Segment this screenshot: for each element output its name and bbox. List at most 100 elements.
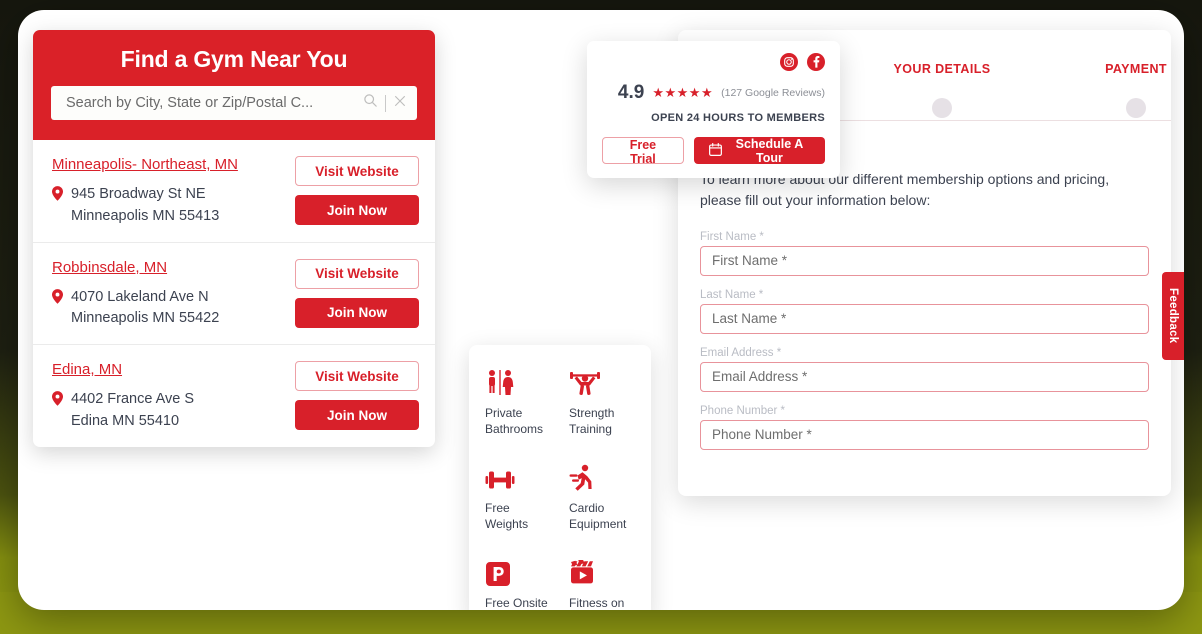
- stepper-node[interactable]: [1126, 98, 1146, 118]
- app-shell: Find a Gym Near You Search by City, Stat…: [18, 10, 1184, 610]
- gym-address-lines: 4070 Lakeland Ave N Minneapolis MN 55422: [71, 287, 219, 331]
- star-rating-icon: ★★★★★: [652, 85, 714, 100]
- instagram-icon[interactable]: [780, 53, 798, 76]
- schedule-a-tour-button[interactable]: Schedule A Tour: [693, 136, 825, 165]
- search-input[interactable]: [64, 94, 363, 112]
- visit-website-button[interactable]: Visit Website: [295, 258, 419, 289]
- search-icon[interactable]: [363, 93, 378, 113]
- amenity-item: Private Bathrooms: [485, 367, 569, 437]
- join-now-button[interactable]: Join Now: [295, 195, 419, 225]
- gym-address-line1: 945 Broadway St NE: [71, 186, 206, 202]
- page-title: Find a Gym Near You: [120, 46, 348, 72]
- amenity-item: Strength Training: [569, 367, 653, 437]
- visit-website-button[interactable]: Visit Website: [295, 156, 419, 186]
- gym-finder-card: Find a Gym Near You Search by City, Stat…: [33, 30, 435, 447]
- gym-review-card: 4.9 ★★★★★ (127 Google Reviews) OPEN 24 H…: [587, 41, 840, 178]
- schedule-a-tour-label: Schedule A Tour: [735, 136, 804, 165]
- review-card-actions: Free Trial Schedule A Tour: [602, 136, 825, 166]
- amenity-item: Free Weights: [485, 462, 569, 532]
- gym-list-item: Robbinsdale, MN 4070 Lakeland Ave N Minn…: [33, 243, 435, 345]
- last-name-input[interactable]: [700, 303, 1149, 334]
- review-count-label: (127 Google Reviews): [721, 87, 825, 99]
- gym-name-link[interactable]: Minneapolis- Northeast, MN: [52, 156, 238, 173]
- gym-actions: Visit Website Join Now: [295, 359, 419, 430]
- stepper-step-label: YOUR DETAILS: [893, 62, 991, 76]
- gym-address-line2: Minneapolis MN 55413: [71, 207, 220, 224]
- gym-actions: Visit Website Join Now: [295, 257, 419, 328]
- gym-info: Edina, MN 4402 France Ave S Edina MN 554…: [52, 359, 194, 433]
- join-now-button[interactable]: Join Now: [295, 400, 419, 430]
- field-last-name: Last Name *: [700, 289, 1149, 334]
- field-label: Email Address *: [700, 346, 782, 359]
- gym-address-lines: 4402 France Ave S Edina MN 55410: [71, 389, 194, 433]
- amenity-label-line1: Strength: [569, 406, 615, 420]
- calendar-icon: [708, 142, 722, 159]
- rating-row: 4.9 ★★★★★ (127 Google Reviews): [602, 82, 825, 104]
- facebook-icon[interactable]: [807, 53, 825, 76]
- amenity-label: Strength Training: [569, 405, 653, 437]
- social-links: [602, 53, 825, 76]
- map-pin-icon: [52, 186, 63, 206]
- first-name-input[interactable]: [700, 245, 1149, 276]
- field-label: Phone Number *: [700, 404, 786, 417]
- gym-address-line1: 4402 France Ave S: [71, 391, 195, 407]
- gym-finder-header: Find a Gym Near You: [33, 30, 435, 140]
- field-label: Last Name *: [700, 288, 764, 301]
- field-first-name: First Name *: [700, 231, 1149, 276]
- map-pin-icon: [52, 391, 63, 411]
- amenity-label: Free Weights: [485, 500, 569, 532]
- amenity-label: Cardio Equipment: [569, 500, 653, 532]
- gym-actions: Visit Website Join Now: [295, 154, 419, 225]
- gym-list: Minneapolis- Northeast, MN 945 Broadway …: [33, 140, 435, 447]
- amenity-label-line1: Free Onsite: [485, 596, 548, 610]
- amenity-label-line2: Equipment: [569, 517, 627, 532]
- close-icon[interactable]: [393, 94, 407, 113]
- weightlifter-icon: [569, 367, 653, 397]
- gym-list-item: Edina, MN 4402 France Ave S Edina MN 554…: [33, 345, 435, 447]
- amenity-label: Private Bathrooms: [485, 405, 569, 437]
- stepper-step-label: PAYMENT: [1105, 62, 1167, 76]
- amenity-label: Fitness on Demand: [569, 595, 653, 610]
- gym-address-line1: 4070 Lakeland Ave N: [71, 288, 209, 305]
- dumbbell-icon: [485, 462, 569, 492]
- runner-icon: [569, 462, 653, 492]
- free-trial-button[interactable]: Free Trial: [602, 137, 684, 166]
- amenities-grid: Private Bathrooms Strength Training Free…: [469, 367, 651, 610]
- join-now-button[interactable]: Join Now: [295, 297, 419, 328]
- stepper-step-your-details[interactable]: YOUR DETAILS: [867, 62, 1017, 118]
- gym-address-line2: Minneapolis MN 55422: [71, 310, 220, 327]
- gym-address-line2: Edina MN 55410: [71, 412, 180, 429]
- signup-form: Edina, MN To learn more about our differ…: [678, 138, 1171, 450]
- rating-score: 4.9: [617, 82, 645, 103]
- gym-address: 4070 Lakeland Ave N Minneapolis MN 55422: [52, 287, 219, 331]
- gym-info: Robbinsdale, MN 4070 Lakeland Ave N Minn…: [52, 257, 219, 331]
- field-email-address: Email Address *: [700, 347, 1149, 392]
- map-pin-icon: [52, 288, 63, 309]
- email-address-input[interactable]: [700, 361, 1149, 392]
- gym-address: 945 Broadway St NE Minneapolis MN 55413: [52, 184, 238, 228]
- field-phone-number: Phone Number *: [700, 405, 1149, 450]
- parking-icon: [485, 557, 569, 587]
- amenity-item: Fitness on Demand: [569, 557, 653, 610]
- amenity-item: Cardio Equipment: [569, 462, 653, 532]
- visit-website-button[interactable]: Visit Website: [295, 361, 419, 391]
- search-divider: [385, 94, 386, 112]
- amenity-label-line1: Private: [485, 406, 523, 420]
- stepper-node[interactable]: [932, 98, 952, 118]
- search-bar[interactable]: [51, 86, 417, 120]
- amenity-label-line2: Weights: [485, 517, 529, 532]
- gym-name-link[interactable]: Edina, MN: [52, 361, 122, 378]
- amenity-label-line2: Bathrooms: [485, 422, 544, 437]
- gym-list-item: Minneapolis- Northeast, MN 945 Broadway …: [33, 140, 435, 243]
- stepper-step-payment[interactable]: PAYMENT: [1061, 62, 1184, 118]
- restrooms-icon: [485, 367, 569, 397]
- open-hours-label: OPEN 24 HOURS TO MEMBERS: [651, 112, 825, 124]
- video-on-demand-icon: [569, 557, 653, 587]
- amenity-item: Free Onsite Parking: [485, 557, 569, 610]
- phone-number-input[interactable]: [700, 419, 1149, 450]
- feedback-tab[interactable]: Feedback: [1162, 272, 1184, 360]
- field-label: First Name *: [700, 230, 764, 243]
- gym-address-lines: 945 Broadway St NE Minneapolis MN 55413: [71, 184, 219, 228]
- gym-name-link[interactable]: Robbinsdale, MN: [52, 259, 167, 276]
- amenity-label-line1: Cardio: [569, 501, 605, 516]
